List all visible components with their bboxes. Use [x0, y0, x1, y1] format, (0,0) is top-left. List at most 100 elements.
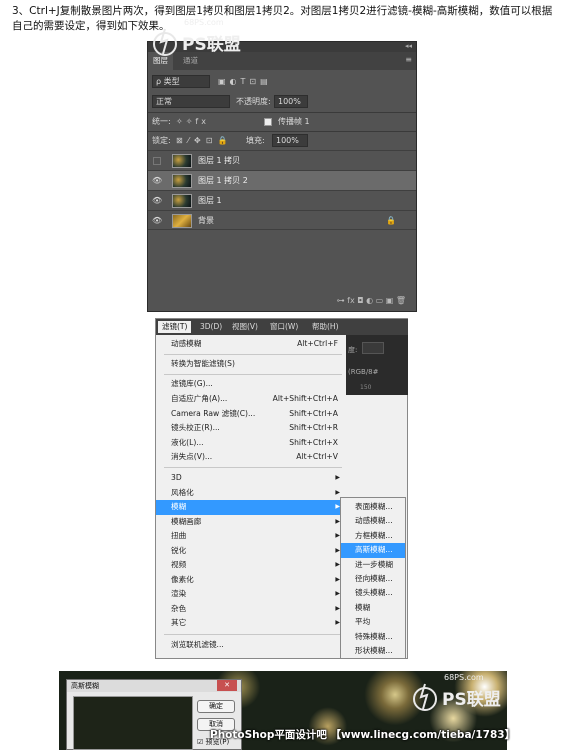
lock-label: 锁定: — [152, 136, 171, 145]
submenu-item[interactable]: 镜头模糊... — [341, 586, 405, 600]
submenu-item[interactable]: 方框模糊... — [341, 529, 405, 543]
submenu-item[interactable]: 表面模糊... — [341, 500, 405, 514]
menu-item[interactable]: 动感模糊 Alt+Ctrl+F — [156, 337, 346, 352]
unify-label: 统一: — [152, 117, 171, 126]
opacity-label: 不透明度: — [236, 97, 271, 106]
menu-item-label: 3D — [171, 473, 182, 482]
menubar: 滤镜(T) 3D(D) 视图(V) 窗口(W) 帮助(H) — [156, 319, 408, 335]
menu-item[interactable]: 滤镜库(G)... — [156, 377, 346, 392]
layer-name: 图层 1 拷贝 2 — [198, 176, 248, 185]
menu-item-label: 其它 — [171, 618, 187, 627]
blur-submenu: 表面模糊... 动感模糊... 方框模糊... 高斯模糊... 进一步模糊 径向… — [340, 497, 406, 659]
menu-item[interactable]: 3D ▶ — [156, 471, 346, 486]
menu-item-label: 视频 — [171, 560, 187, 569]
propagate-label: 传播帧 1 — [278, 117, 310, 126]
blend-row: 正常 不透明度: 100% — [148, 93, 416, 111]
layer-row[interactable]: 👁 图层 1 — [148, 190, 416, 210]
menu-item[interactable]: 液化(L)... Shift+Ctrl+X — [156, 436, 346, 451]
collapse-icon[interactable]: ◂◂ — [405, 42, 412, 50]
submenu-item[interactable]: 动感模糊... — [341, 514, 405, 528]
submenu-item[interactable]: 进一步模糊 — [341, 558, 405, 572]
submenu-item-gaussian-blur[interactable]: 高斯模糊... — [341, 543, 405, 558]
layer-name: 图层 1 — [198, 196, 222, 205]
layer-thumbnail — [172, 154, 192, 168]
menu-view[interactable]: 视图(V) — [228, 321, 262, 333]
menu-item[interactable]: 渲染 ▶ — [156, 587, 346, 602]
menu-3d[interactable]: 3D(D) — [196, 321, 226, 333]
menu-item[interactable]: 风格化 ▶ — [156, 486, 346, 501]
layer-row[interactable]: 图层 1 拷贝 — [148, 150, 416, 170]
lock-icons[interactable]: ⊠⁄✥⊡🔒 — [176, 132, 232, 150]
menu-item-label: 滤镜库(G)... — [171, 379, 213, 388]
menu-item-label: 消失点(V)... — [171, 452, 213, 461]
menu-item-label: 动感模糊 — [171, 339, 202, 348]
eye-icon[interactable]: 👁 — [152, 211, 162, 231]
blend-mode-select[interactable]: 正常 — [152, 95, 230, 108]
close-icon[interactable]: ✕ — [217, 680, 237, 691]
kind-select[interactable]: ρ 类型 — [152, 75, 210, 88]
eye-icon[interactable]: 👁 — [152, 171, 162, 191]
filter-icons[interactable]: ▣◐T⊡▤ — [218, 73, 272, 91]
menu-item-label: 浏览联机滤镜... — [171, 640, 224, 649]
menu-item-blur[interactable]: 模糊 ▶ — [156, 500, 346, 515]
menu-item[interactable]: 消失点(V)... Alt+Ctrl+V — [156, 450, 346, 465]
menu-item-label: 模糊画廊 — [171, 516, 202, 526]
menu-item-label: 风格化 — [171, 487, 194, 497]
menu-item[interactable]: 扭曲 ▶ — [156, 529, 346, 544]
shortcut: Alt+Ctrl+F — [297, 339, 338, 348]
menu-item-label: 渲染 — [171, 589, 187, 598]
menu-item[interactable]: 像素化 ▶ — [156, 573, 346, 588]
visibility-off-box[interactable] — [153, 157, 161, 165]
opacity-input[interactable]: 100% — [274, 95, 308, 108]
ok-button[interactable]: 确定 — [197, 700, 235, 713]
menu-item[interactable]: Camera Raw 滤镜(C)... Shift+Ctrl+A — [156, 407, 346, 422]
submenu-item[interactable]: 模糊 — [341, 601, 405, 615]
watermark-logo: 68PS.com PS联盟 — [148, 18, 268, 60]
panel-menu-icon[interactable]: ≡ — [405, 55, 412, 64]
menu-help[interactable]: 帮助(H) — [308, 321, 343, 333]
lock-row: 锁定: ⊠⁄✥⊡🔒 填充: 100% — [148, 132, 416, 150]
submenu-item[interactable]: 平均 — [341, 615, 405, 629]
layer-name: 背景 — [198, 216, 214, 225]
menu-item[interactable]: 镜头校正(R)... Shift+Ctrl+R — [156, 421, 346, 436]
layer-name: 图层 1 拷贝 — [198, 156, 241, 165]
menu-item-label: 镜头校正(R)... — [171, 423, 220, 432]
menu-window[interactable]: 窗口(W) — [266, 321, 302, 333]
menu-item[interactable]: 转换为智能滤镜(S) — [156, 357, 346, 372]
menu-item[interactable]: 杂色 ▶ — [156, 602, 346, 617]
lock-icon: 🔒 — [386, 216, 396, 225]
watermark-logo: 68PS.com PS联盟 — [408, 673, 508, 713]
menu-item[interactable]: 锐化 ▶ — [156, 544, 346, 559]
watermark-brand: PS联盟 — [442, 690, 501, 710]
menu-item[interactable]: 模糊画廊 ▶ — [156, 515, 346, 530]
menu-item[interactable]: 浏览联机滤镜... — [156, 638, 346, 653]
menu-item-label: 扭曲 — [171, 531, 187, 540]
panel-bottom-icons[interactable]: ⊶ fx ◘ ◐ ▭ ▣ 🗑 — [148, 291, 416, 311]
strip-text: 度: — [348, 346, 358, 354]
menu-item-label: 杂色 — [171, 603, 187, 613]
propagate-checkbox[interactable] — [264, 118, 272, 126]
submenu-item[interactable]: 形状模糊... — [341, 644, 405, 658]
filter-row: ρ 类型 ▣◐T⊡▤ — [148, 73, 416, 91]
shortcut: Alt+Shift+Ctrl+A — [272, 394, 338, 403]
layer-thumbnail — [172, 194, 192, 208]
layer-row[interactable]: 👁 背景 🔒 — [148, 210, 416, 230]
unify-row: 统一: ✧✧fx 传播帧 1 — [148, 113, 416, 131]
dialog-preview — [73, 696, 193, 750]
layers-panel: ◂◂ 图层 通道 ≡ ρ 类型 ▣◐T⊡▤ 正常 不透明度: 100% 统一: … — [147, 41, 417, 312]
submenu-arrow-icon: ▶ — [335, 474, 340, 481]
submenu-item[interactable]: 径向模糊... — [341, 572, 405, 586]
strip-ruler: 150 — [360, 384, 372, 391]
menu-item[interactable]: 自适应广角(A)... Alt+Shift+Ctrl+A — [156, 392, 346, 407]
menu-item-label: 模糊 — [171, 502, 187, 511]
ps-background-strip: 度: (RGB/8# 150 — [346, 335, 408, 395]
submenu-item[interactable]: 特殊模糊... — [341, 630, 405, 644]
menu-filter[interactable]: 滤镜(T) — [158, 321, 192, 333]
menu-item[interactable]: 其它 ▶ — [156, 616, 346, 631]
menu-item[interactable]: 视频 ▶ — [156, 558, 346, 573]
eye-icon[interactable]: 👁 — [152, 191, 162, 211]
unify-icons[interactable]: ✧✧fx — [176, 113, 209, 131]
layer-row-selected[interactable]: 👁 图层 1 拷贝 2 — [148, 170, 416, 190]
fill-input[interactable]: 100% — [272, 134, 308, 147]
shortcut: Shift+Ctrl+X — [289, 437, 338, 447]
